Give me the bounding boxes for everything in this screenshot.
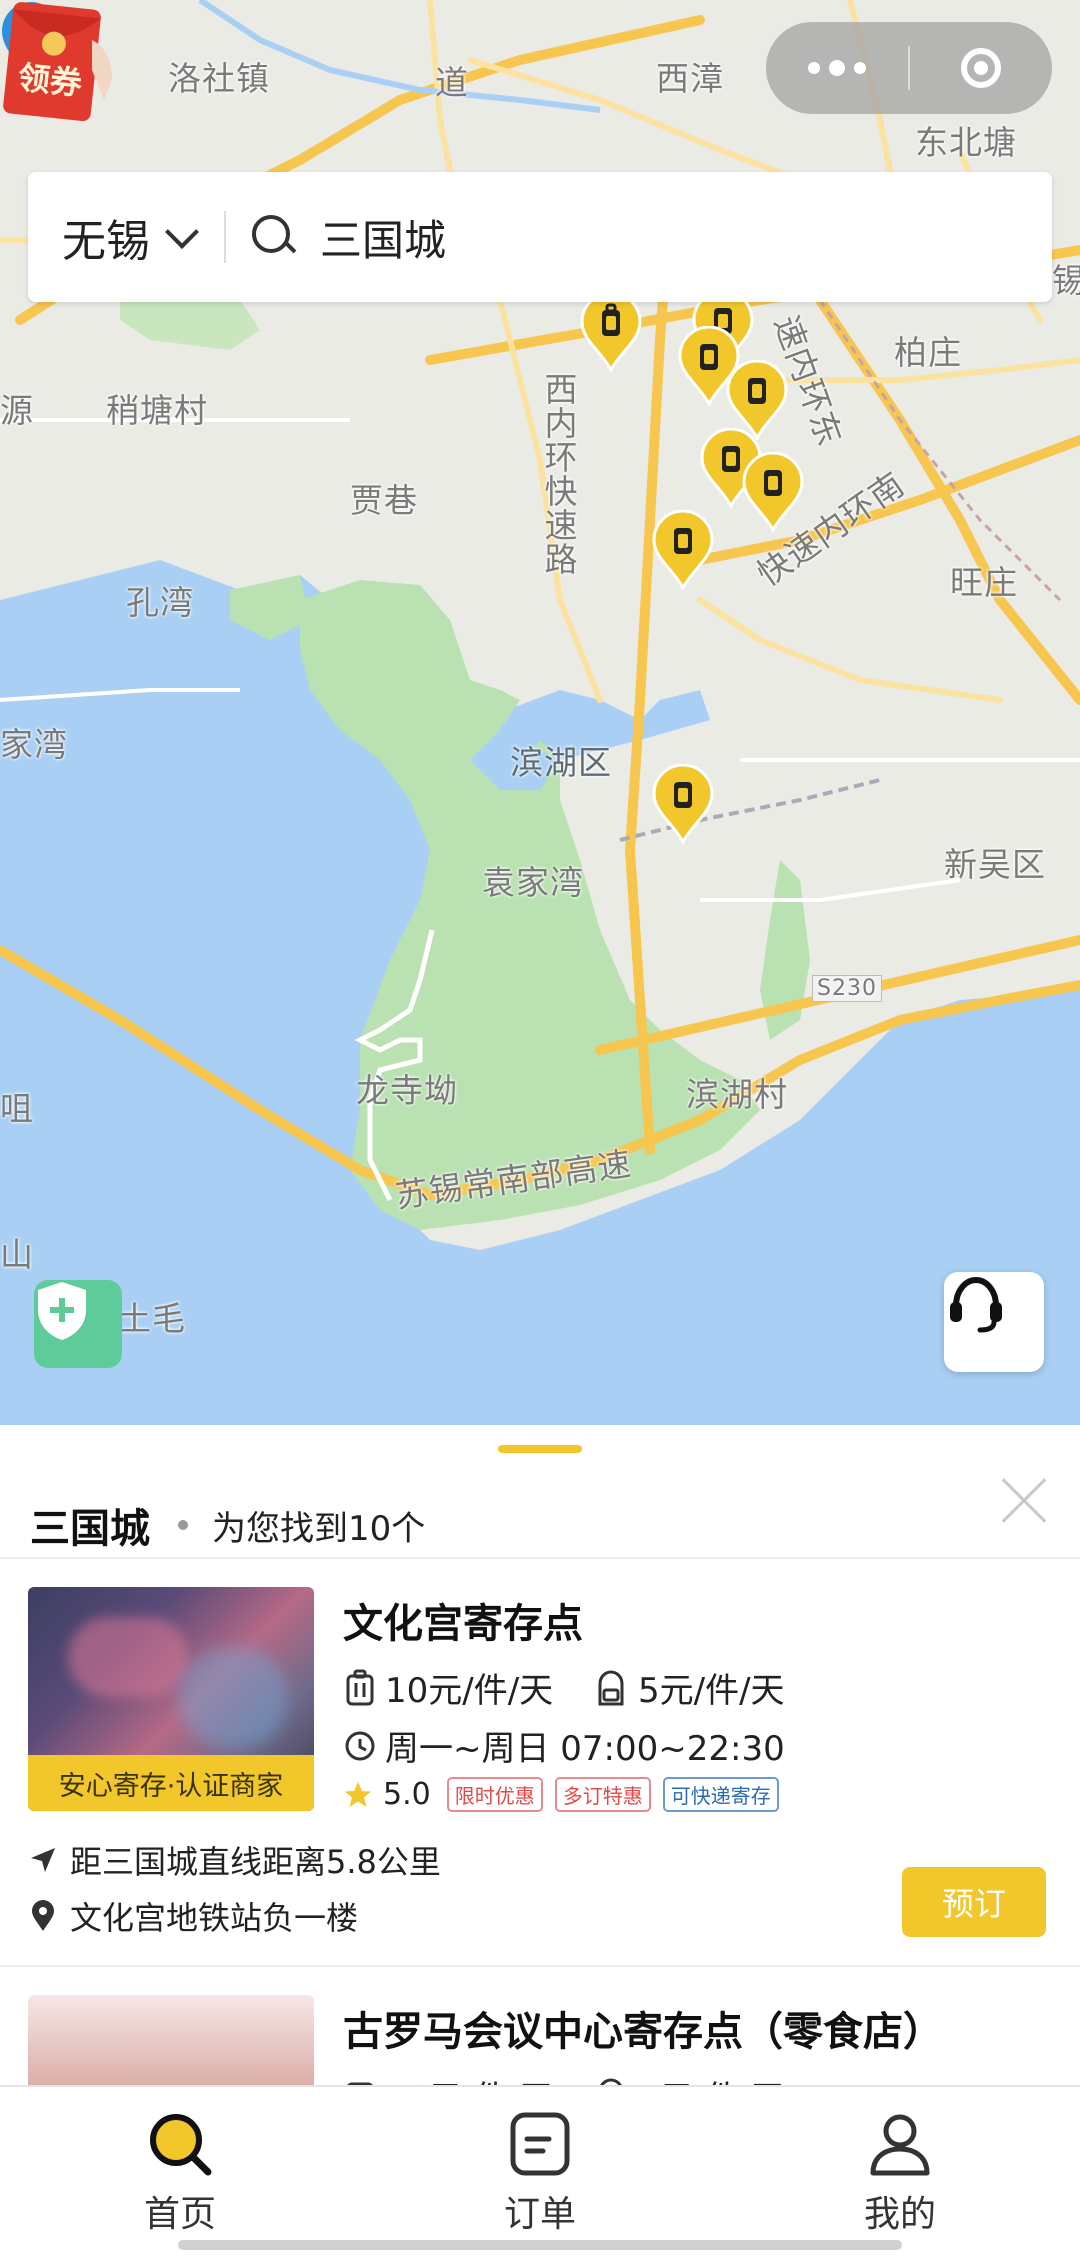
price-luggage: 10元/件/天	[343, 1663, 553, 1712]
store-thumbnail	[28, 1995, 314, 2085]
map-label-luoshe: 洛社镇	[168, 59, 270, 98]
map-label-xizhang: 西漳	[656, 59, 724, 98]
address-text: 文化宫地铁站负一楼	[70, 1899, 359, 1937]
tab-mine[interactable]: 我的	[720, 2087, 1080, 2255]
user-icon	[865, 2109, 935, 2179]
map-label-binhu-district: 滨湖区	[510, 743, 612, 782]
customer-service-button[interactable]	[944, 1272, 1044, 1372]
tab-mine-label: 我的	[863, 2194, 936, 2235]
results-keyword: 三国城	[30, 1506, 150, 1552]
map-label-shaotang: 稍塘村	[106, 391, 208, 430]
store-title: 古罗马会议中心寄存点（零食店）	[343, 2009, 943, 2055]
coupon-button[interactable]: 领券	[0, 0, 112, 124]
divider	[0, 1965, 1080, 1967]
search-icon	[145, 2109, 215, 2179]
sheet-drag-handle[interactable]	[498, 1445, 582, 1453]
close-icon[interactable]	[1000, 1477, 1048, 1525]
price-bag: 5元/件/天	[592, 2071, 785, 2085]
map-label-shan: 山	[0, 1235, 34, 1274]
map-label-dao: 道	[435, 63, 469, 102]
rating-score: 5.0	[383, 1777, 431, 1812]
price-luggage-text: 10元/件/天	[385, 1671, 554, 1711]
hours-text: 周一~周日 07:00~22:30	[385, 1729, 785, 1769]
map-label-xinwu: 新吴区	[944, 845, 1046, 884]
map-label-dongbeitang: 东北塘	[915, 123, 1017, 162]
separator-dot	[178, 1520, 188, 1530]
map-label-binhucun: 滨湖村	[686, 1075, 788, 1114]
star-icon	[345, 1781, 371, 1807]
badge-limited-offer: 限时优惠	[446, 1777, 543, 1812]
map-label-yuanjiawan: 袁家湾	[482, 863, 584, 902]
search-input[interactable]: 三国城	[320, 207, 446, 268]
store-title: 文化宫寄存点	[343, 1601, 583, 1647]
luggage-pin-icon[interactable]	[652, 764, 714, 844]
tab-home[interactable]: 首页	[0, 2087, 360, 2255]
map-label-kongwan: 孔湾	[126, 583, 194, 622]
price-luggage: 10元/件/天	[343, 2071, 553, 2085]
more-dots-icon[interactable]	[766, 22, 908, 114]
map-label-jiaxiang: 贾巷	[350, 481, 418, 520]
distance-row: 距三国城直线距离5.8公里	[28, 1837, 441, 1883]
map-label-s230: S230	[812, 975, 882, 1002]
map-label-xi: 锡	[1052, 261, 1080, 300]
certified-tag: 安心寄存·认证商家	[28, 1755, 314, 1811]
luggage-pin-icon[interactable]	[742, 452, 804, 532]
price-bag-text: 5元/件/天	[638, 1671, 785, 1711]
map-label-wangzhuang: 旺庄	[950, 563, 1018, 602]
backpack-icon	[599, 2077, 623, 2085]
map-label-yuan: 源	[0, 391, 34, 430]
tab-home-label: 首页	[143, 2194, 216, 2235]
address-row: 文化宫地铁站负一楼	[28, 1893, 358, 1939]
price-luggage-text: 10元/件/天	[385, 2071, 553, 2085]
map-label-jiawan: 家湾	[0, 725, 68, 764]
chevron-down-icon	[165, 215, 199, 249]
backpack-icon	[598, 1669, 624, 1705]
distance-text: 距三国城直线距离5.8公里	[70, 1843, 441, 1881]
tab-bar: 首页 订单 我的	[0, 2085, 1080, 2255]
price-bag-text: 5元/件/天	[638, 2071, 785, 2085]
book-button[interactable]: 预订	[902, 1867, 1046, 1937]
order-list-icon	[505, 2109, 575, 2179]
coupon-label: 领券	[16, 58, 85, 103]
badge-multi-discount: 多订特惠	[554, 1777, 651, 1812]
store-thumbnail: 安心寄存·认证商家	[28, 1587, 314, 1811]
price-bag: 5元/件/天	[592, 1663, 785, 1712]
map-label-ju: 咀	[0, 1089, 34, 1128]
map-label-xinei: 西内环快速路	[539, 372, 578, 576]
search-divider	[224, 211, 226, 263]
opening-hours: 周一~周日 07:00~22:30	[343, 1721, 785, 1770]
map-label-longsiao: 龙寺坳	[356, 1071, 458, 1110]
map-label-tumao: 土毛	[118, 1299, 186, 1338]
navigation-arrow-icon	[31, 1848, 55, 1872]
headset-icon	[950, 1276, 1002, 1333]
target-icon[interactable]	[910, 22, 1052, 114]
suitcase-icon	[346, 1669, 374, 1705]
location-icon	[32, 1900, 54, 1931]
city-selector[interactable]: 无锡	[28, 205, 199, 269]
city-name: 无锡	[62, 216, 150, 267]
home-indicator	[178, 2240, 902, 2250]
map-label-baizhuang: 柏庄	[894, 333, 962, 372]
search-icon	[252, 215, 296, 259]
safety-shield-button[interactable]	[34, 1280, 122, 1368]
tab-orders-label: 订单	[503, 2194, 576, 2235]
map-view[interactable]: 洛社镇 西漳 东北塘 稍塘村 贾巷 孔湾 家湾 源 西内环快速路 快速内环南 速…	[0, 0, 1080, 1425]
rating-row: 5.0 限时优惠 多订特惠 可快递寄存	[343, 1777, 791, 1812]
miniapp-capsule	[766, 22, 1052, 114]
luggage-pin-icon[interactable]	[652, 510, 714, 590]
results-count: 为您找到10个	[212, 1508, 426, 1549]
tab-orders[interactable]: 订单	[360, 2087, 720, 2255]
search-bar: 无锡 三国城	[28, 172, 1052, 302]
divider	[0, 1557, 1080, 1559]
storage-card[interactable]: 古罗马会议中心寄存点（零食店） 10元/件/天 5元/件/天	[0, 1995, 1080, 2085]
clock-icon	[345, 1731, 375, 1760]
badge-express-storage: 可快递寄存	[662, 1777, 779, 1812]
luggage-pin-icon[interactable]	[580, 292, 642, 372]
suitcase-icon	[347, 2082, 373, 2085]
shield-plus-icon	[38, 1282, 86, 1340]
